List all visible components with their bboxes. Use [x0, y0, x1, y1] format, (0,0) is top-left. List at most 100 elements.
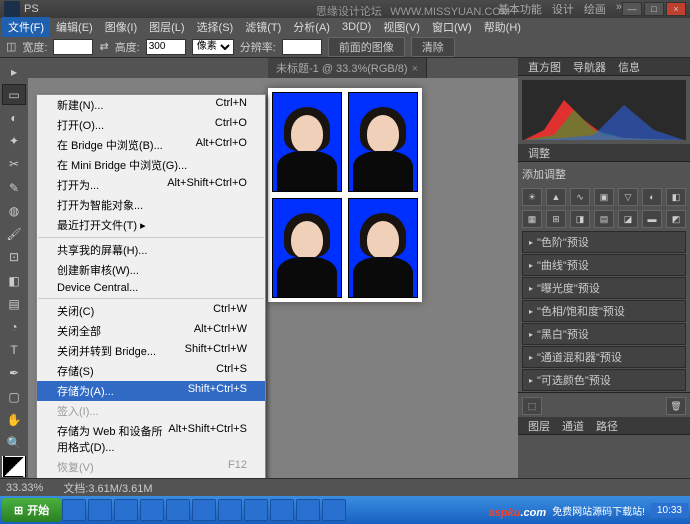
menu-window[interactable]: 窗口(W) — [426, 17, 478, 37]
posterize-icon[interactable]: ▤ — [594, 210, 614, 228]
width-input[interactable] — [53, 39, 93, 55]
watermark-text: 思缘设计论坛 WWW.MISSYUAN.COM — [316, 3, 510, 19]
eraser-tool-icon[interactable]: ◧ — [2, 270, 26, 291]
adjustments-tab[interactable]: 调整 — [518, 144, 690, 162]
panel-tabs-bottom[interactable]: 图层通道路径 — [518, 417, 690, 435]
blur-tool-icon[interactable]: ◔ — [2, 316, 26, 337]
close-tab-icon[interactable]: × — [412, 63, 418, 75]
preset-item[interactable]: "曝光度"预设 — [522, 277, 686, 299]
start-button[interactable]: ⊞开始 — [2, 498, 61, 522]
minimize-button[interactable]: — — [622, 2, 642, 16]
hue-icon[interactable]: ◐ — [642, 188, 662, 206]
panel-icon[interactable]: ⬚ — [522, 397, 542, 415]
shape-tool-icon[interactable]: ▢ — [2, 386, 26, 407]
front-image-button[interactable]: 前面的图像 — [328, 37, 405, 57]
workspace-modes[interactable]: 基本功能 设计 绘画 » — [498, 1, 622, 17]
menu-view[interactable]: 视图(V) — [377, 17, 426, 37]
preset-item[interactable]: "可选颜色"预设 — [522, 369, 686, 391]
clear-button[interactable]: 清除 — [411, 37, 455, 57]
menu-item[interactable]: 共享我的屏幕(H)... — [37, 240, 265, 260]
preset-item[interactable]: "黑白"预设 — [522, 323, 686, 345]
invert-icon[interactable]: ◨ — [570, 210, 590, 228]
photo-filter-icon[interactable]: ▦ — [522, 210, 542, 228]
menu-item[interactable]: 关闭并转到 Bridge...Shift+Ctrl+W — [37, 341, 265, 361]
gradient-tool-icon[interactable]: ▤ — [2, 293, 26, 314]
crop-tool-icon[interactable]: ✂ — [2, 154, 26, 175]
marquee-tool-icon[interactable]: ▭ — [2, 84, 26, 105]
unit-select[interactable]: 像素 — [192, 39, 234, 55]
taskbar-item[interactable] — [192, 499, 216, 521]
taskbar-item[interactable] — [322, 499, 346, 521]
taskbar-item[interactable] — [140, 499, 164, 521]
vibrance-icon[interactable]: ▽ — [618, 188, 638, 206]
brush-tool-icon[interactable]: 🖌 — [2, 224, 26, 245]
menu-3d[interactable]: 3D(D) — [336, 19, 377, 35]
menu-item[interactable]: 在 Mini Bridge 中浏览(G)... — [37, 155, 265, 175]
taskbar-item[interactable] — [88, 499, 112, 521]
curves-icon[interactable]: ∿ — [570, 188, 590, 206]
menu-select[interactable]: 选择(S) — [191, 17, 240, 37]
lasso-tool-icon[interactable]: ◐ — [2, 107, 26, 128]
maximize-button[interactable]: □ — [644, 2, 664, 16]
menu-item[interactable]: 恢复(V)F12 — [37, 457, 265, 477]
taskbar-item[interactable] — [218, 499, 242, 521]
menu-image[interactable]: 图像(I) — [99, 17, 143, 37]
taskbar-item[interactable] — [114, 499, 138, 521]
preset-item[interactable]: "通道混和器"预设 — [522, 346, 686, 368]
hand-tool-icon[interactable]: ✋ — [2, 409, 26, 430]
menu-item[interactable]: 在 Bridge 中浏览(B)...Alt+Ctrl+O — [37, 135, 265, 155]
height-input[interactable] — [146, 39, 186, 55]
panel-tabs-top[interactable]: 直方图导航器信息 — [518, 58, 690, 76]
text-tool-icon[interactable]: T — [2, 340, 26, 361]
preset-item[interactable]: "色阶"预设 — [522, 231, 686, 253]
menu-item[interactable]: Device Central... — [37, 280, 265, 296]
gradient-map-icon[interactable]: ▬ — [642, 210, 662, 228]
document-canvas[interactable] — [268, 88, 422, 302]
document-tab[interactable]: 未标题-1 @ 33.3%(RGB/8)× — [268, 58, 427, 78]
trash-icon[interactable]: 🗑 — [666, 397, 686, 415]
zoom-tool-icon[interactable]: 🔍 — [2, 433, 26, 454]
exposure-icon[interactable]: ▣ — [594, 188, 614, 206]
preset-item[interactable]: "色相/饱和度"预设 — [522, 300, 686, 322]
menu-layer[interactable]: 图层(L) — [143, 17, 190, 37]
menu-edit[interactable]: 编辑(E) — [50, 17, 99, 37]
menu-item[interactable]: 关闭全部Alt+Ctrl+W — [37, 321, 265, 341]
menu-item[interactable]: 打开为智能对象... — [37, 195, 265, 215]
menu-item[interactable]: 打开(O)...Ctrl+O — [37, 115, 265, 135]
channel-mixer-icon[interactable]: ⊞ — [546, 210, 566, 228]
preset-item[interactable]: "曲线"预设 — [522, 254, 686, 276]
brightness-icon[interactable]: ☀ — [522, 188, 542, 206]
levels-icon[interactable]: ▲ — [546, 188, 566, 206]
threshold-icon[interactable]: ◪ — [618, 210, 638, 228]
menu-bar[interactable]: 文件(F) 编辑(E) 图像(I) 图层(L) 选择(S) 滤镜(T) 分析(A… — [0, 18, 690, 36]
menu-item[interactable]: 最近打开文件(T) ▸ — [37, 215, 265, 235]
menu-item[interactable]: 签入(I)... — [37, 401, 265, 421]
close-button[interactable]: × — [666, 2, 686, 16]
taskbar-item[interactable] — [62, 499, 86, 521]
stamp-tool-icon[interactable]: ⊡ — [2, 247, 26, 268]
menu-item[interactable]: 存储为(A)...Shift+Ctrl+S — [37, 381, 265, 401]
taskbar-item[interactable] — [166, 499, 190, 521]
heal-tool-icon[interactable]: ◍ — [2, 200, 26, 221]
taskbar-item[interactable] — [270, 499, 294, 521]
color-swatch-icon[interactable] — [2, 456, 26, 477]
pen-tool-icon[interactable]: ✒ — [2, 363, 26, 384]
menu-item[interactable]: 打开为...Alt+Shift+Ctrl+O — [37, 175, 265, 195]
menu-help[interactable]: 帮助(H) — [478, 17, 527, 37]
move-tool-icon[interactable]: ▸ — [2, 61, 26, 82]
eyedropper-tool-icon[interactable]: ✎ — [2, 177, 26, 198]
taskbar-item[interactable] — [244, 499, 268, 521]
menu-item[interactable]: 关闭(C)Ctrl+W — [37, 301, 265, 321]
menu-analysis[interactable]: 分析(A) — [287, 17, 336, 37]
menu-item[interactable]: 存储(S)Ctrl+S — [37, 361, 265, 381]
selective-icon[interactable]: ◩ — [666, 210, 686, 228]
menu-item[interactable]: 存储为 Web 和设备所用格式(D)...Alt+Shift+Ctrl+S — [37, 421, 265, 457]
menu-item[interactable]: 创建新审核(W)... — [37, 260, 265, 280]
bw-icon[interactable]: ◧ — [666, 188, 686, 206]
resolution-input[interactable] — [282, 39, 322, 55]
taskbar-item[interactable] — [296, 499, 320, 521]
menu-item[interactable]: 新建(N)...Ctrl+N — [37, 95, 265, 115]
wand-tool-icon[interactable]: ✦ — [2, 131, 26, 152]
menu-file[interactable]: 文件(F) — [2, 17, 50, 37]
menu-filter[interactable]: 滤镜(T) — [239, 17, 287, 37]
